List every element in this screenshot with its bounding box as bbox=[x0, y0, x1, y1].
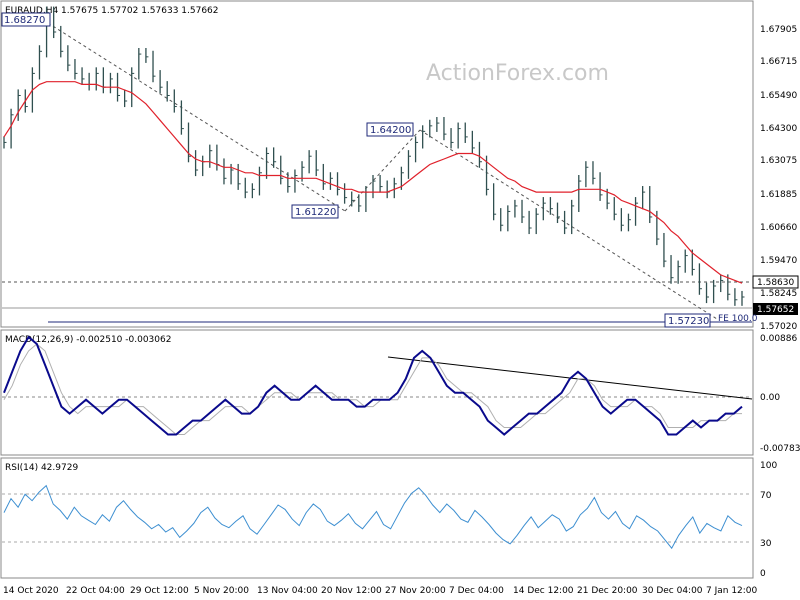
time-tick: 30 Dec 04:00 bbox=[642, 586, 703, 596]
annotation-text: 1.68270 bbox=[4, 15, 45, 26]
price-tick: 1.64300 bbox=[760, 124, 797, 134]
time-tick: 14 Dec 12:00 bbox=[513, 586, 574, 596]
macd-tick: 0.00886 bbox=[760, 334, 797, 344]
price-tick: 1.57020 bbox=[760, 322, 797, 332]
fib-label: FE 100.0 bbox=[718, 314, 758, 324]
time-axis: 14 Oct 2020 22 Oct 04:00 29 Oct 12:00 5 … bbox=[3, 586, 758, 596]
annotation-1.64200: 1.64200 bbox=[366, 122, 414, 137]
macd-tick: 0.00 bbox=[760, 393, 780, 403]
price-candles bbox=[3, 6, 745, 306]
macd-header: MACD(12,26,9) -0.002510 -0.003062 bbox=[5, 335, 171, 345]
time-tick: 14 Oct 2020 bbox=[3, 586, 59, 596]
annotation-text: 1.57230 bbox=[668, 316, 709, 327]
price-tick: 1.67905 bbox=[760, 25, 797, 35]
dashed-trendline bbox=[419, 129, 718, 320]
current-price-tag-text: 1.57652 bbox=[757, 305, 794, 315]
price-tick: 1.59470 bbox=[760, 256, 797, 266]
annotation-1.68270: 1.68270 bbox=[1, 12, 51, 27]
time-tick: 13 Nov 04:00 bbox=[257, 586, 318, 596]
price-tick: 1.58245 bbox=[760, 289, 797, 299]
price-tick: 1.63075 bbox=[760, 156, 797, 166]
time-tick: 5 Nov 20:00 bbox=[194, 586, 249, 596]
time-tick: 27 Nov 20:00 bbox=[385, 586, 446, 596]
main-panel-frame bbox=[0, 0, 754, 328]
chart-canvas: ActionForex.com EURAUD,H4 1.57675 1.5770… bbox=[0, 0, 800, 596]
time-tick: 7 Jan 12:00 bbox=[706, 586, 758, 596]
annotation-text: 1.64200 bbox=[370, 125, 411, 136]
macd-panel-frame bbox=[0, 329, 754, 456]
price-tick: 1.61885 bbox=[760, 190, 797, 200]
watermark: ActionForex.com bbox=[426, 61, 609, 86]
price-tick: 1.60660 bbox=[760, 223, 797, 233]
macd-line bbox=[3, 335, 743, 436]
macd-signal-line bbox=[3, 343, 742, 435]
annotation-1.57230: 1.57230 bbox=[664, 313, 711, 328]
rsi-tick: 100 bbox=[760, 461, 777, 471]
dashed-trendline bbox=[47, 22, 346, 212]
price-tick: 1.65490 bbox=[760, 91, 797, 101]
time-tick: 7 Dec 04:00 bbox=[449, 586, 504, 596]
level-price-tag-text: 1.58630 bbox=[757, 278, 794, 288]
rsi-header: RSI(14) 42.9729 bbox=[5, 463, 78, 473]
rsi-tick: 0 bbox=[760, 569, 766, 579]
time-tick: 21 Dec 20:00 bbox=[577, 586, 638, 596]
time-tick: 22 Oct 04:00 bbox=[66, 586, 125, 596]
rsi-tick: 30 bbox=[760, 539, 772, 549]
time-tick: 20 Nov 12:00 bbox=[321, 586, 382, 596]
rsi-tick: 70 bbox=[760, 491, 772, 501]
rsi-line bbox=[3, 484, 743, 550]
price-tick: 1.66715 bbox=[760, 57, 797, 67]
annotation-text: 1.61220 bbox=[295, 207, 336, 218]
annotation-1.61220: 1.61220 bbox=[291, 204, 339, 219]
macd-tick: -0.007834 bbox=[760, 444, 800, 454]
rsi-axis: 100 70 30 0 bbox=[760, 461, 777, 579]
macd-axis: 0.00886 0.00 -0.007834 bbox=[760, 334, 800, 454]
time-tick: 29 Oct 12:00 bbox=[130, 586, 189, 596]
